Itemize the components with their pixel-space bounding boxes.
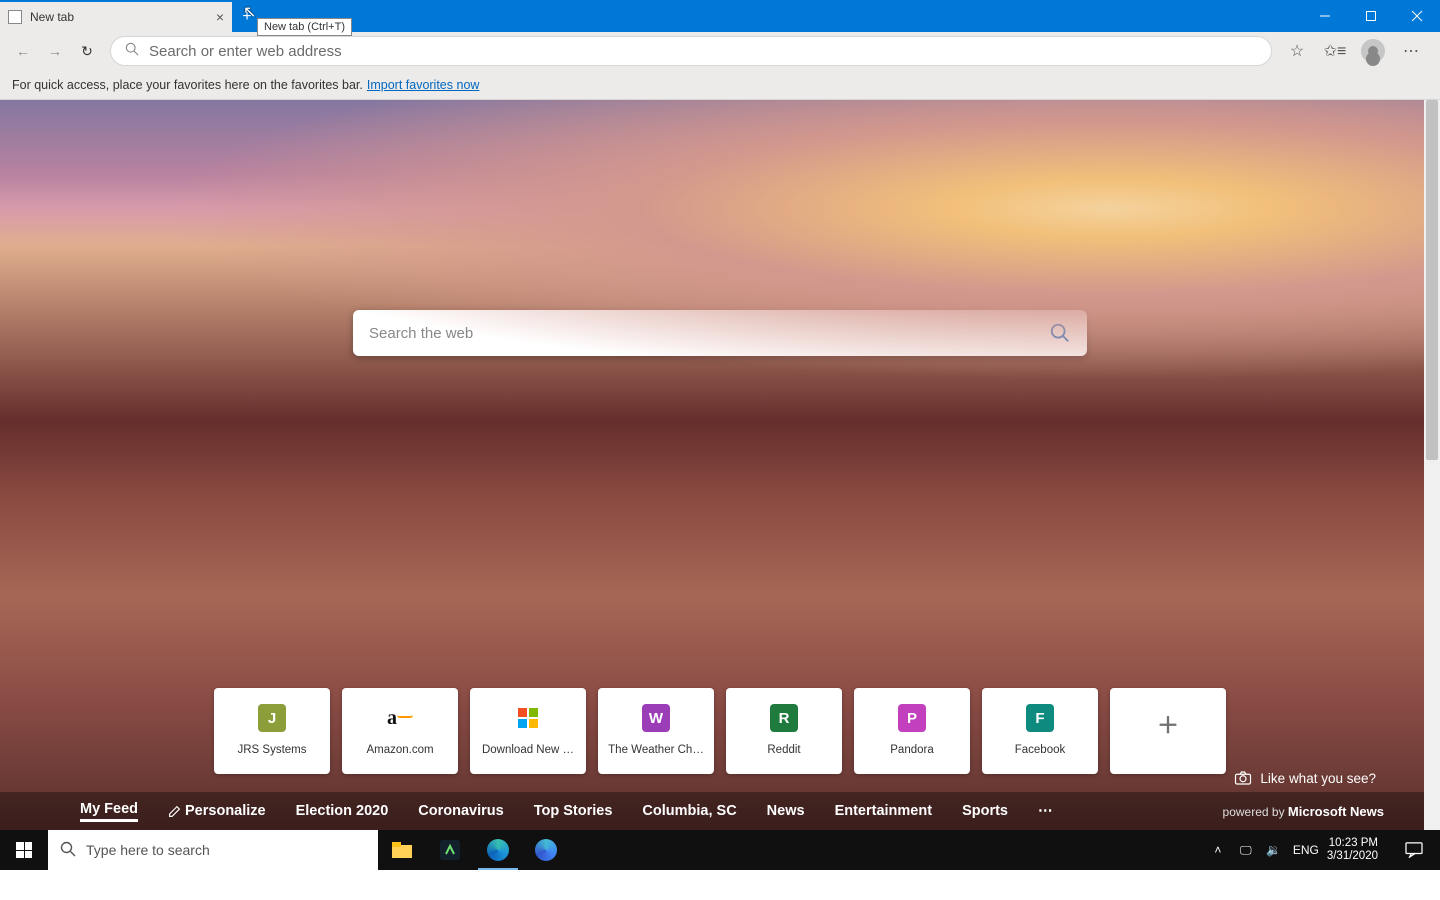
quick-link-tile[interactable]: J JRS Systems <box>214 688 330 774</box>
feed-nav-item[interactable]: News <box>767 803 805 819</box>
quick-link-tile[interactable]: W The Weather Ch… <box>598 688 714 774</box>
feed-nav-item[interactable]: Sports <box>962 803 1008 819</box>
add-quick-link-button[interactable]: ＋ <box>1110 688 1226 774</box>
feed-nav-item[interactable]: Columbia, SC <box>642 803 736 819</box>
taskbar-app-generic[interactable] <box>426 830 474 870</box>
folder-icon <box>391 841 413 859</box>
new-tab-tooltip: New tab (Ctrl+T) <box>257 18 352 36</box>
vertical-scrollbar[interactable] <box>1424 100 1440 830</box>
scrollbar-thumb[interactable] <box>1426 100 1438 460</box>
taskbar-app-edge-canary[interactable] <box>522 830 570 870</box>
tile-label: JRS Systems <box>237 744 306 756</box>
tray-language[interactable]: ENG <box>1293 843 1311 857</box>
taskbar-app-edge[interactable] <box>474 830 522 870</box>
taskbar-apps <box>378 830 570 870</box>
quick-links-row: J JRS Systems a Amazon.com Download New … W Th… <box>214 688 1226 774</box>
favorites-hint-bar: For quick access, place your favorites h… <box>0 70 1440 100</box>
action-center-button[interactable] <box>1394 830 1434 870</box>
search-submit-icon[interactable] <box>1049 322 1071 344</box>
like-text: Like what you see? <box>1260 771 1376 786</box>
powered-by-label: powered by Microsoft News <box>1223 804 1384 819</box>
tile-label: Reddit <box>767 744 800 756</box>
tab-title: New tab <box>30 10 74 24</box>
back-button[interactable]: ← <box>8 36 38 66</box>
feed-nav-item[interactable]: Election 2020 <box>296 803 389 819</box>
tile-label: Facebook <box>1015 744 1066 756</box>
tile-icon: J <box>258 704 286 732</box>
address-placeholder: Search or enter web address <box>149 43 342 60</box>
tile-icon: R <box>770 704 798 732</box>
windows-logo-icon <box>16 842 32 858</box>
pencil-icon <box>168 805 181 818</box>
windows-taskbar: Type here to search ˄ 🖵 🔉 ENG 10:23 PM 3… <box>0 830 1440 870</box>
quick-link-tile[interactable]: R Reddit <box>726 688 842 774</box>
import-favorites-link[interactable]: Import favorites now <box>367 78 480 92</box>
quick-link-tile[interactable]: Download New … <box>470 688 586 774</box>
favorite-star-button[interactable]: ☆ <box>1280 36 1314 66</box>
edge-canary-icon <box>535 839 557 861</box>
tray-volume-icon[interactable]: 🔉 <box>1265 843 1283 857</box>
browser-toolbar: ← → ↻ Search or enter web address ☆ ✩≡ ⋯ <box>0 32 1440 70</box>
address-bar[interactable]: Search or enter web address <box>110 36 1272 66</box>
maximize-button[interactable] <box>1348 0 1394 32</box>
profile-button[interactable] <box>1356 36 1390 66</box>
like-what-you-see[interactable]: Like what you see? <box>1234 770 1376 786</box>
forward-button[interactable]: → <box>40 36 70 66</box>
browser-tab[interactable]: New tab × <box>0 2 232 32</box>
taskbar-search[interactable]: Type here to search <box>48 830 378 870</box>
feed-nav-more[interactable]: ⋯ <box>1038 803 1053 819</box>
favorites-list-button[interactable]: ✩≡ <box>1318 36 1352 66</box>
tray-date: 3/31/2020 <box>1327 850 1378 863</box>
feed-nav-item[interactable]: Top Stories <box>534 803 613 819</box>
tray-monitor-icon[interactable]: 🖵 <box>1237 843 1255 858</box>
minimize-button[interactable] <box>1302 0 1348 32</box>
avatar-icon <box>1361 39 1385 63</box>
tile-icon <box>514 704 542 732</box>
camera-icon <box>1234 770 1252 786</box>
tray-chevron-up-icon[interactable]: ˄ <box>1209 843 1227 857</box>
tile-icon: a <box>386 704 414 732</box>
page-settings-button[interactable] <box>1346 146 1368 173</box>
quick-link-tile[interactable]: F Facebook <box>982 688 1098 774</box>
system-tray: ˄ 🖵 🔉 ENG 10:23 PM 3/31/2020 <box>1209 830 1440 870</box>
news-feed-nav: My Feed Personalize Election 2020 Coronavir… <box>0 792 1424 830</box>
web-search-input[interactable] <box>369 325 1049 342</box>
favorites-hint-text: For quick access, place your favorites h… <box>12 78 363 92</box>
tile-label: Pandora <box>890 744 933 756</box>
window-controls <box>1302 0 1440 32</box>
close-window-button[interactable] <box>1394 0 1440 32</box>
tile-icon: P <box>898 704 926 732</box>
tile-icon: W <box>642 704 670 732</box>
refresh-button[interactable]: ↻ <box>72 36 102 66</box>
start-button[interactable] <box>0 830 48 870</box>
close-tab-button[interactable]: × <box>216 9 224 25</box>
edge-icon <box>487 839 509 861</box>
more-menu-button[interactable]: ⋯ <box>1394 36 1428 66</box>
taskbar-app-explorer[interactable] <box>378 830 426 870</box>
search-icon <box>125 42 139 60</box>
window-titlebar: New tab × + ↖ New tab (Ctrl+T) <box>0 0 1440 32</box>
page-viewport: J JRS Systems a Amazon.com Download New … W Th… <box>0 100 1440 830</box>
tile-label: The Weather Ch… <box>608 744 704 756</box>
tab-favicon-icon <box>8 10 22 24</box>
tile-label: Amazon.com <box>366 744 433 756</box>
web-search-box[interactable] <box>353 310 1087 356</box>
feed-nav-item[interactable]: Personalize <box>168 803 266 819</box>
tray-time: 10:23 PM <box>1327 837 1378 850</box>
plus-icon: ＋ <box>1154 710 1182 738</box>
feed-nav-item[interactable]: Entertainment <box>835 803 933 819</box>
notification-icon <box>1405 842 1423 858</box>
quick-link-tile[interactable]: a Amazon.com <box>342 688 458 774</box>
app-icon <box>440 840 460 860</box>
taskbar-search-placeholder: Type here to search <box>86 842 210 858</box>
search-icon <box>60 841 76 860</box>
tray-clock[interactable]: 10:23 PM 3/31/2020 <box>1321 837 1384 863</box>
toolbar-right-icons: ☆ ✩≡ ⋯ <box>1280 36 1432 66</box>
tile-label: Download New … <box>482 744 574 756</box>
feed-nav-item[interactable]: Coronavirus <box>418 803 503 819</box>
feed-nav-item[interactable]: My Feed <box>80 801 138 822</box>
tile-icon: F <box>1026 704 1054 732</box>
quick-link-tile[interactable]: P Pandora <box>854 688 970 774</box>
